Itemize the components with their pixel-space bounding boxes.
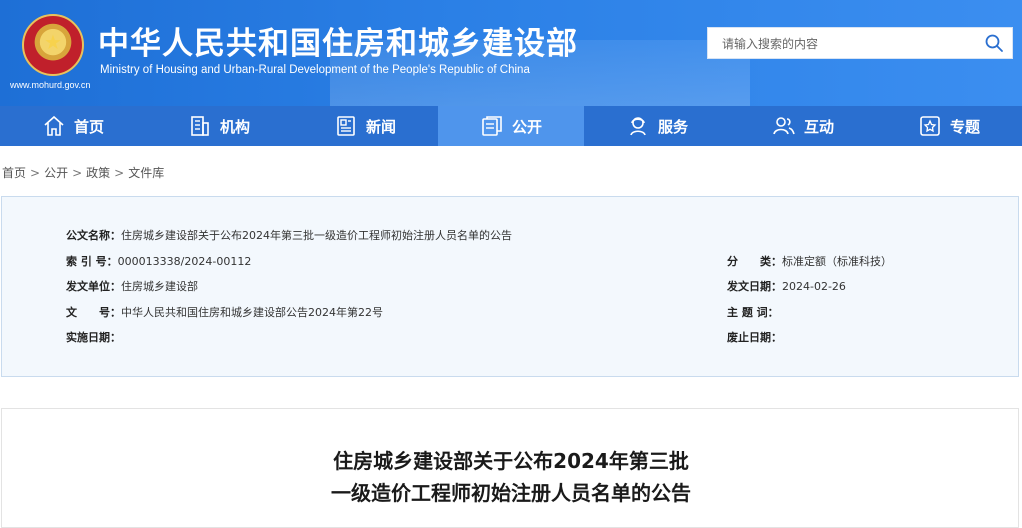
breadcrumb-separator: > xyxy=(72,166,83,180)
main-nav: 首页 机构 新闻 公开 服务 互动 专题 xyxy=(0,106,1022,146)
meta-label: 公文名称： xyxy=(66,229,121,242)
people-icon xyxy=(773,117,795,135)
nav-label: 机构 xyxy=(219,117,250,136)
meta-label: 主 题 词： xyxy=(727,306,779,319)
nav-item-topics[interactable]: 专题 xyxy=(876,106,1022,146)
breadcrumb-public[interactable]: 公开 xyxy=(44,166,68,180)
meta-unit-row: 发文单位：住房城乡建设部 xyxy=(66,278,198,294)
article-title-line2: 一级造价工程师初始注册人员名单的公告 xyxy=(331,481,691,505)
meta-label: 文 号： xyxy=(66,306,121,319)
nav-label: 公开 xyxy=(511,117,542,136)
nav-label: 互动 xyxy=(803,117,834,136)
nav-label: 专题 xyxy=(949,117,980,136)
newspaper-icon xyxy=(337,116,355,136)
meta-docno-row: 文 号：中华人民共和国住房和城乡建设部公告2024年第22号 xyxy=(66,304,383,320)
article-panel: 住房城乡建设部关于公布2024年第三批 一级造价工程师初始注册人员名单的公告 xyxy=(1,408,1019,528)
nav-label: 新闻 xyxy=(365,117,396,136)
national-emblem-icon[interactable]: ★ xyxy=(22,14,84,76)
nav-item-organization[interactable]: 机构 xyxy=(146,106,292,146)
service-icon xyxy=(630,117,646,136)
meta-label: 分 类： xyxy=(727,255,782,268)
home-icon xyxy=(44,115,64,136)
search-icon[interactable] xyxy=(984,33,1004,53)
meta-date-row: 发文日期：2024-02-26 xyxy=(727,278,846,294)
building-icon xyxy=(191,116,209,136)
meta-category-row: 分 类：标准定额（标准科技） xyxy=(727,253,892,269)
nav-item-home[interactable]: 首页 xyxy=(0,106,146,146)
search-box xyxy=(707,27,1013,60)
nav-item-public[interactable]: 公开 xyxy=(438,106,584,146)
search-input[interactable] xyxy=(720,28,964,60)
breadcrumb-library[interactable]: 文件库 xyxy=(128,166,164,180)
meta-label: 发文日期： xyxy=(727,280,782,293)
document-meta-panel: 公文名称：住房城乡建设部关于公布2024年第三批一级造价工程师初始注册人员名单的… xyxy=(1,196,1019,377)
site-subtitle: Ministry of Housing and Urban-Rural Deve… xyxy=(100,64,530,76)
breadcrumb: 首页 > 公开 > 政策 > 文件库 xyxy=(2,164,164,181)
meta-value: 000013338/2024-00112 xyxy=(117,255,252,268)
article-title-line1: 住房城乡建设部关于公布2024年第三批 xyxy=(333,449,689,473)
site-url: www.mohurd.gov.cn xyxy=(10,80,91,90)
breadcrumb-separator: > xyxy=(114,166,125,180)
meta-label: 发文单位： xyxy=(66,280,121,293)
breadcrumb-policy[interactable]: 政策 xyxy=(86,166,110,180)
meta-value: 标准定额（标准科技） xyxy=(782,255,892,268)
meta-index-row: 索 引 号：000013338/2024-00112 xyxy=(66,253,251,269)
site-header: ★ www.mohurd.gov.cn 中华人民共和国住房和城乡建设部 Mini… xyxy=(0,0,1022,106)
breadcrumb-home[interactable]: 首页 xyxy=(2,166,26,180)
nav-label: 服务 xyxy=(657,117,688,136)
meta-value: 2024-02-26 xyxy=(782,280,846,293)
nav-label: 首页 xyxy=(73,117,104,136)
nav-item-interaction[interactable]: 互动 xyxy=(730,106,876,146)
nav-item-service[interactable]: 服务 xyxy=(584,106,730,146)
breadcrumb-separator: > xyxy=(30,166,41,180)
meta-label: 索 引 号： xyxy=(66,255,118,268)
meta-value: 住房城乡建设部 xyxy=(121,280,198,293)
nav-item-news[interactable]: 新闻 xyxy=(292,106,438,146)
site-title[interactable]: 中华人民共和国住房和城乡建设部 xyxy=(98,18,578,63)
meta-abolish-row: 废止日期： xyxy=(727,329,782,345)
meta-name-row: 公文名称：住房城乡建设部关于公布2024年第三批一级造价工程师初始注册人员名单的… xyxy=(66,227,512,243)
document-icon xyxy=(482,116,502,136)
star-icon xyxy=(920,116,940,136)
meta-label: 实施日期： xyxy=(66,331,121,344)
meta-value: 住房城乡建设部关于公布2024年第三批一级造价工程师初始注册人员名单的公告 xyxy=(121,229,512,242)
meta-value: 中华人民共和国住房和城乡建设部公告2024年第22号 xyxy=(121,306,383,319)
article-title: 住房城乡建设部关于公布2024年第三批 一级造价工程师初始注册人员名单的公告 xyxy=(2,445,1020,509)
meta-label: 废止日期： xyxy=(727,331,782,344)
meta-keywords-row: 主 题 词： xyxy=(727,304,779,320)
meta-effective-row: 实施日期： xyxy=(66,329,121,345)
